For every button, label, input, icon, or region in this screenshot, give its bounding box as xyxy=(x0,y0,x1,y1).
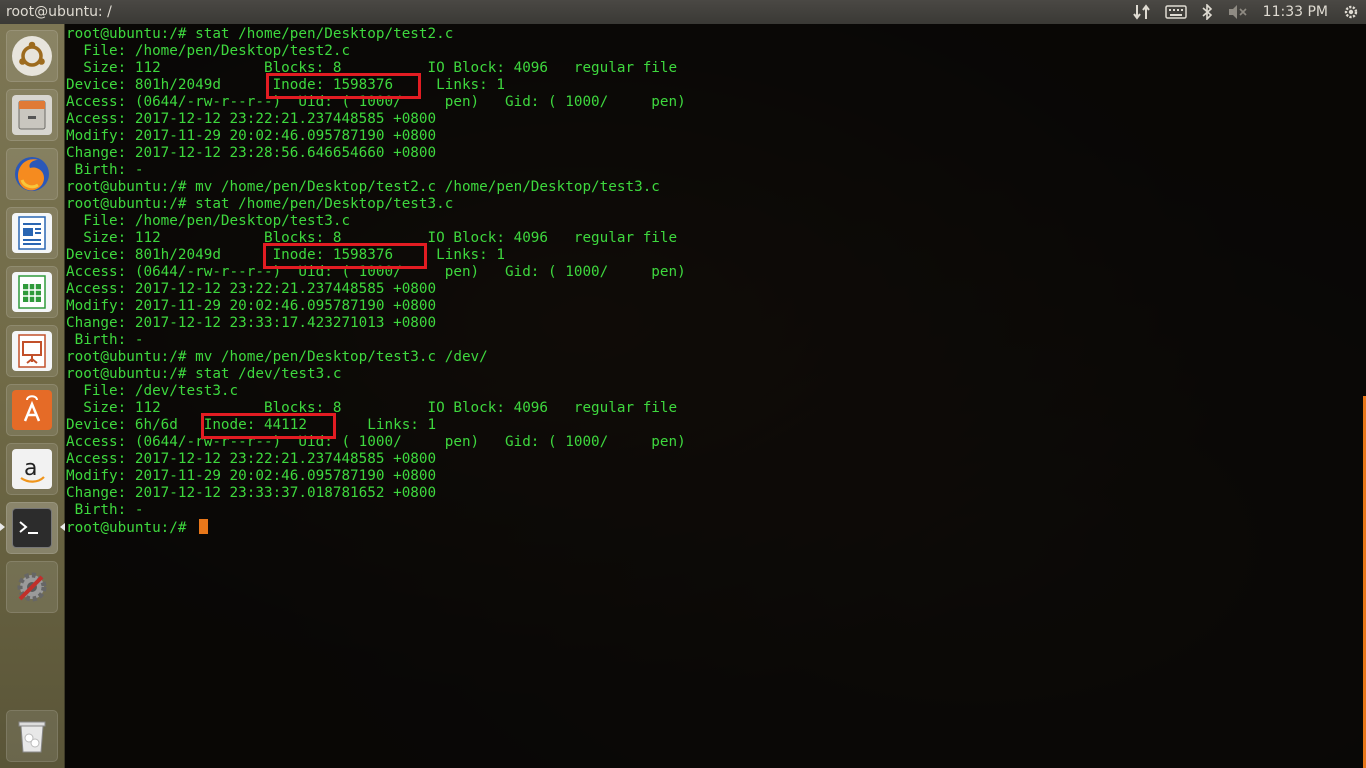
running-indicator xyxy=(0,523,5,531)
terminal-line: Access: 2017-12-12 23:22:21.237448585 +0… xyxy=(66,281,437,297)
inode-highlight-box xyxy=(263,243,427,269)
terminal-line: Access: 2017-12-12 23:22:21.237448585 +0… xyxy=(66,451,437,467)
amazon-icon: a xyxy=(12,449,52,489)
terminal-line: Modify: 2017-11-29 20:02:46.095787190 +0… xyxy=(66,468,437,484)
terminal-launcher[interactable] xyxy=(6,502,58,554)
terminal-window[interactable]: root@ubuntu:/# stat /home/pen/Desktop/te… xyxy=(65,24,1366,768)
prompt-text: root@ubuntu:/# xyxy=(66,520,196,536)
top-panel: root@ubuntu: / 11:33 PM xyxy=(0,0,1366,24)
terminal-line: root@ubuntu:/# mv /home/pen/Desktop/test… xyxy=(66,349,488,365)
software-center-launcher[interactable] xyxy=(6,384,58,436)
network-icon[interactable] xyxy=(1132,0,1151,24)
terminal-line: Device: 6h/6d Inode: 44112 Links: 1 xyxy=(66,417,437,433)
terminal-line: Access: (0644/-rw-r--r--) Uid: ( 1000/ p… xyxy=(66,434,686,450)
terminal-line: File: /dev/test3.c xyxy=(66,383,239,399)
volume-muted-icon[interactable] xyxy=(1227,0,1247,24)
terminal-line: Change: 2017-12-12 23:33:17.423271013 +0… xyxy=(66,315,437,331)
svg-text:a: a xyxy=(24,456,37,481)
terminal-prompt-line[interactable]: root@ubuntu:/# xyxy=(66,519,686,536)
settings-launcher[interactable] xyxy=(6,561,58,613)
writer-launcher[interactable] xyxy=(6,207,58,259)
terminal-line: Birth: - xyxy=(66,332,144,348)
impress-launcher[interactable] xyxy=(6,325,58,377)
clock[interactable]: 11:33 PM xyxy=(1263,0,1328,24)
ubuntu-dash-button[interactable] xyxy=(6,30,58,82)
terminal-line: File: /home/pen/Desktop/test3.c xyxy=(66,213,351,229)
power-gear-icon[interactable] xyxy=(1342,0,1360,24)
firefox-icon xyxy=(12,154,52,194)
trash-launcher[interactable] xyxy=(6,710,58,762)
terminal-line: Change: 2017-12-12 23:28:56.646654660 +0… xyxy=(66,145,437,161)
bluetooth-icon[interactable] xyxy=(1201,0,1213,24)
calc-launcher[interactable] xyxy=(6,266,58,318)
terminal-line: root@ubuntu:/# stat /dev/test3.c xyxy=(66,366,342,382)
terminal-line: root@ubuntu:/# stat /home/pen/Desktop/te… xyxy=(66,26,454,42)
inode-highlight-box xyxy=(201,413,336,439)
terminal-output: root@ubuntu:/# stat /home/pen/Desktop/te… xyxy=(66,26,686,536)
terminal-line: root@ubuntu:/# stat /home/pen/Desktop/te… xyxy=(66,196,454,212)
terminal-icon xyxy=(12,508,52,548)
ubuntu-logo-icon xyxy=(12,36,52,76)
terminal-line: Birth: - xyxy=(66,162,144,178)
terminal-line: root@ubuntu:/# mv /home/pen/Desktop/test… xyxy=(66,179,660,195)
terminal-line: Birth: - xyxy=(66,502,144,518)
inode-highlight-box xyxy=(266,73,421,99)
shopping-bag-icon xyxy=(12,390,52,430)
settings-gear-icon xyxy=(12,567,52,607)
window-title: root@ubuntu: / xyxy=(6,4,112,20)
terminal-line: File: /home/pen/Desktop/test2.c xyxy=(66,43,351,59)
text-cursor xyxy=(199,519,209,534)
trash-icon xyxy=(12,716,52,756)
terminal-line: Change: 2017-12-12 23:33:37.018781652 +0… xyxy=(66,485,437,501)
files-launcher[interactable] xyxy=(6,89,58,141)
terminal-line: Modify: 2017-11-29 20:02:46.095787190 +0… xyxy=(66,298,437,314)
launcher: a xyxy=(0,24,65,768)
indicator-area: 11:33 PM xyxy=(1119,0,1360,24)
keyboard-icon[interactable] xyxy=(1164,0,1187,24)
amazon-launcher[interactable]: a xyxy=(6,443,58,495)
firefox-launcher[interactable] xyxy=(6,148,58,200)
spreadsheet-icon xyxy=(12,272,52,312)
terminal-line: Access: 2017-12-12 23:22:21.237448585 +0… xyxy=(66,111,437,127)
document-icon xyxy=(12,213,52,253)
terminal-line: Size: 112 Blocks: 8 IO Block: 4096 regul… xyxy=(66,400,678,416)
file-cabinet-icon xyxy=(12,95,52,135)
terminal-line: Modify: 2017-11-29 20:02:46.095787190 +0… xyxy=(66,128,437,144)
presentation-icon xyxy=(12,331,52,371)
